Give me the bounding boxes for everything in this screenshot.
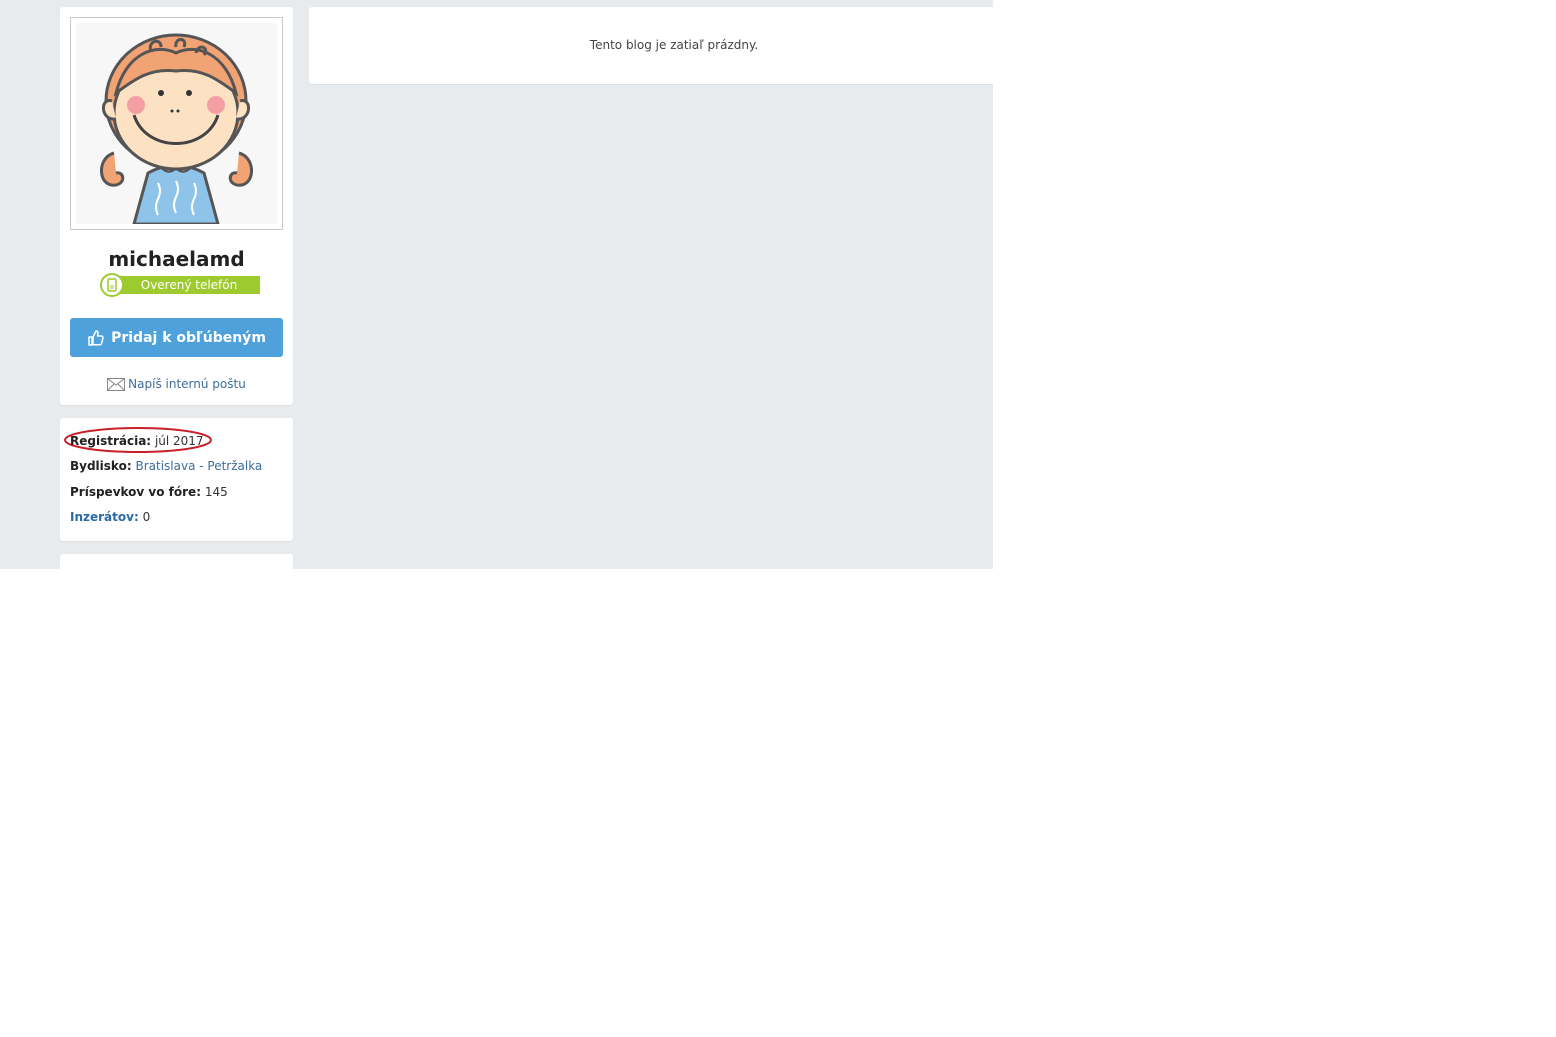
profile-info-card: Registrácia: júl 2017 Bydlisko: Bratisla… xyxy=(60,418,293,541)
ads-row: Inzerátov: 0 xyxy=(70,510,150,524)
add-to-favorites-button[interactable]: Pridaj k obľúbeným xyxy=(70,318,283,357)
verified-badge-label: Overený telefón xyxy=(112,276,260,294)
blog-empty-message: Tento blog je zatiaľ prázdny. xyxy=(589,38,759,52)
avatar-illustration xyxy=(76,23,277,224)
additional-info-card xyxy=(60,554,293,569)
username: michaelamd xyxy=(108,247,245,271)
ads-link[interactable]: Inzerátov: xyxy=(70,510,139,524)
residence-link[interactable]: Bratislava - Petržalka xyxy=(135,459,262,473)
envelope-icon xyxy=(107,377,126,391)
verified-phone-badge: Overený telefón xyxy=(100,273,260,297)
residence-label: Bydlisko: xyxy=(70,459,132,473)
forum-posts-row: Príspevkov vo fóre: 145 xyxy=(70,485,228,499)
blog-panel: Tento blog je zatiaľ prázdny. xyxy=(309,7,993,84)
ads-value: 0 xyxy=(142,510,151,524)
registration-label: Registrácia: xyxy=(70,434,152,448)
profile-card: michaelamd Overený telefón Pridaj k obľú… xyxy=(60,7,293,405)
send-internal-mail-link[interactable]: Napíš internú poštu xyxy=(60,377,293,391)
registration-value: júl 2017 xyxy=(154,434,204,448)
send-internal-mail-label: Napíš internú poštu xyxy=(128,377,246,391)
residence-row: Bydlisko: Bratislava - Petržalka xyxy=(70,459,262,473)
phone-icon xyxy=(100,273,124,297)
avatar[interactable] xyxy=(70,17,283,230)
page-viewport: michaelamd Overený telefón Pridaj k obľú… xyxy=(0,0,993,569)
registration-row: Registrácia: júl 2017 xyxy=(70,434,204,448)
add-to-favorites-label: Pridaj k obľúbeným xyxy=(111,329,266,346)
thumbs-up-icon xyxy=(88,329,104,346)
forum-posts-value: 145 xyxy=(204,485,228,499)
forum-posts-label: Príspevkov vo fóre: xyxy=(70,485,201,499)
